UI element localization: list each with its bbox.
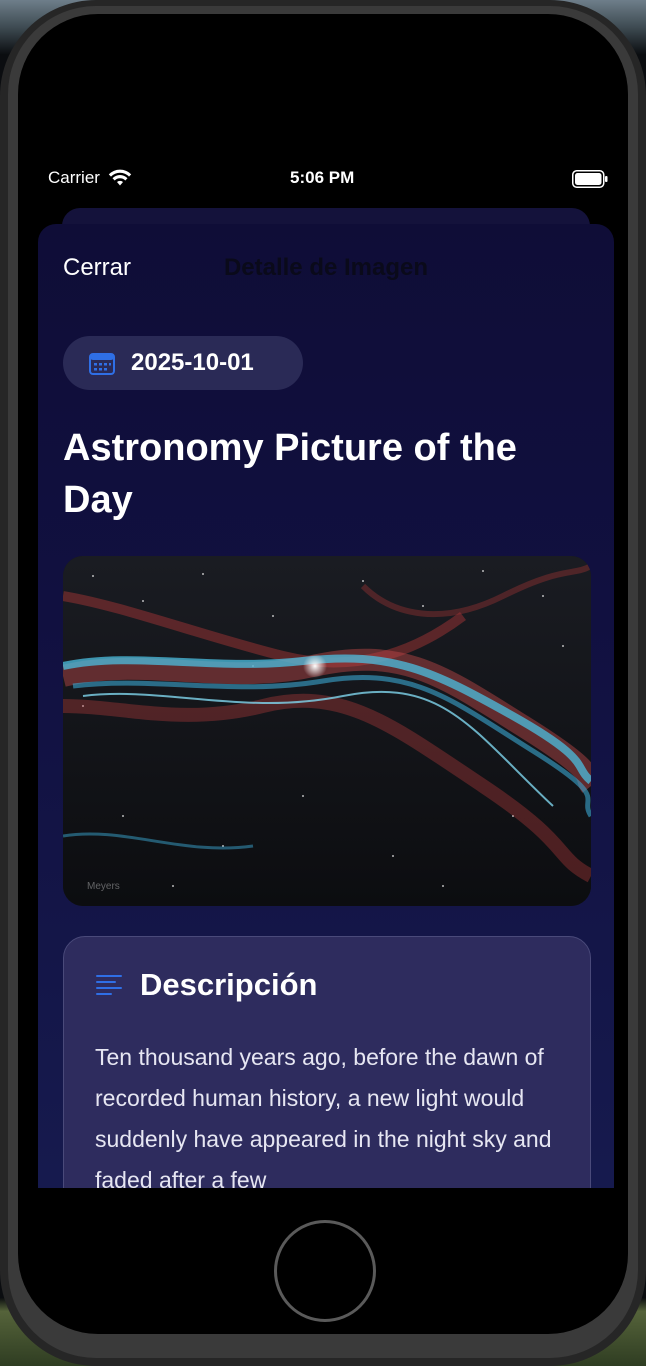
image-title: Astronomy Picture of the Day <box>63 427 517 521</box>
astronomy-image[interactable]: Meyers <box>63 556 591 906</box>
description-header: Descripción <box>96 967 317 1003</box>
description-text: Ten thousand years ago, before the dawn … <box>95 1044 552 1188</box>
home-button[interactable] <box>274 1220 376 1322</box>
image-detail-sheet: Cerrar Detalle de Imagen 2025-10-01 Astr… <box>38 224 614 1188</box>
carrier-indicator: Carrier <box>48 168 132 188</box>
phone-screen: Carrier 5:06 PM Cerrar Detalle de Imagen <box>18 14 628 1334</box>
page-title: Detalle de Imagen <box>223 254 429 281</box>
status-bar: Carrier 5:06 PM <box>18 164 628 196</box>
battery-icon <box>572 170 608 188</box>
description-card: Descripción Ten thousand years ago, befo… <box>63 936 591 1188</box>
date-label: 2025-10-01 <box>131 349 254 376</box>
navigation-bar: Cerrar Detalle de Imagen <box>38 224 614 314</box>
date-badge: 2025-10-01 <box>63 336 303 390</box>
text-lines-icon <box>96 975 122 995</box>
wifi-icon <box>108 169 132 186</box>
carrier-label: Carrier <box>48 168 100 187</box>
status-time: 5:06 PM <box>290 168 355 187</box>
nebula-image <box>63 556 591 906</box>
image-credit: Meyers <box>87 881 120 892</box>
description-heading: Descripción <box>140 967 318 1002</box>
calendar-icon <box>89 353 115 375</box>
